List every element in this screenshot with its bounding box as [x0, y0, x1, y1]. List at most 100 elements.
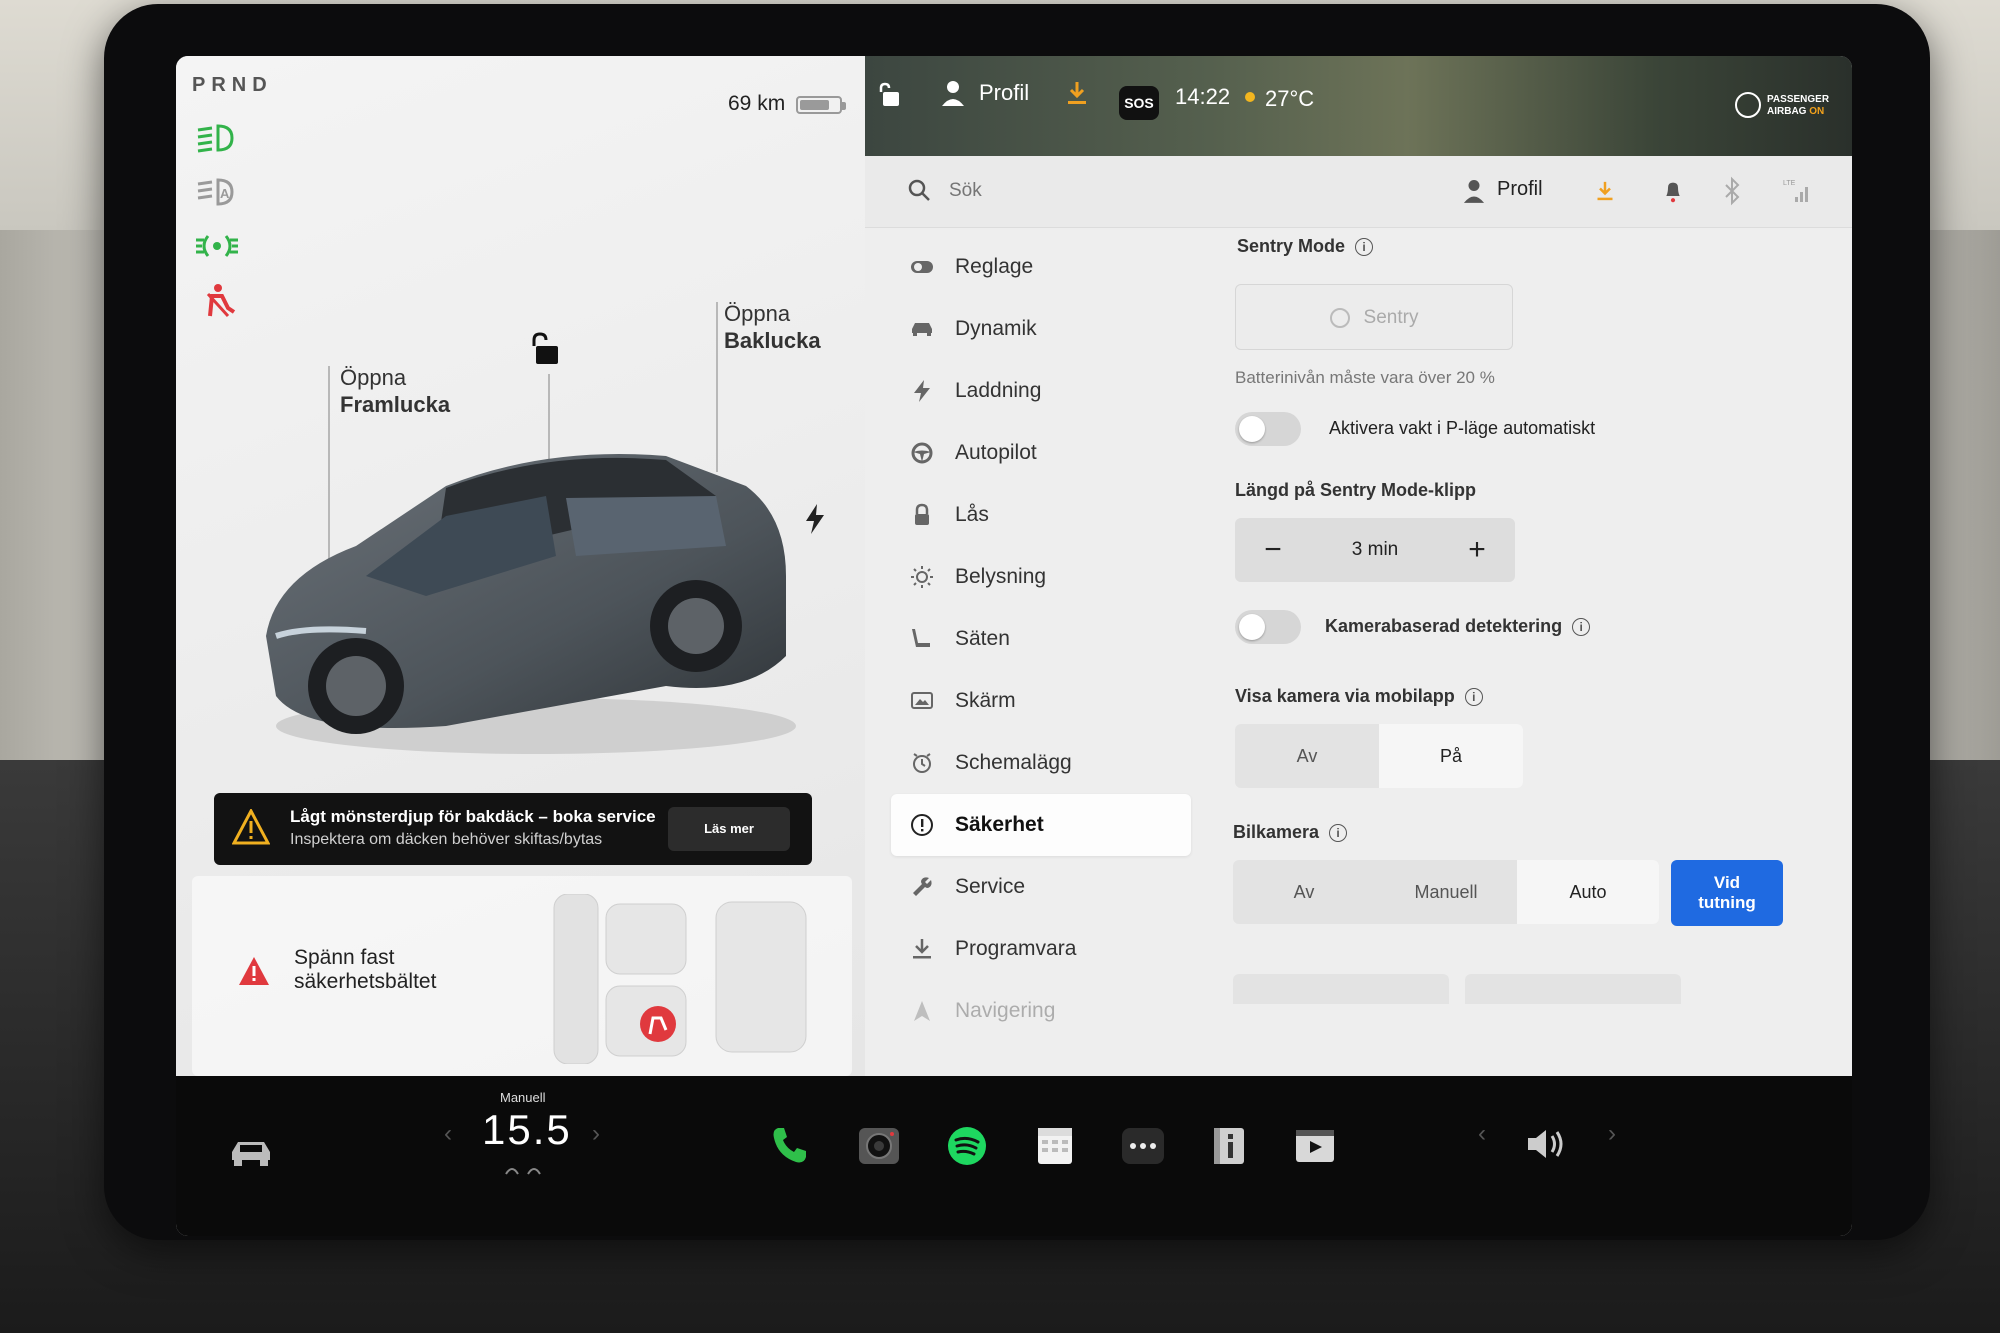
menu-item-dynamik[interactable]: Dynamik: [891, 298, 1191, 360]
touchscreen: PRND 69 km A Öppna Framlucka Öppna Baklu…: [176, 56, 1852, 1236]
download-icon[interactable]: [1065, 80, 1089, 106]
auto-headlights-icon: A: [194, 172, 240, 212]
taskbar: ‹ Manuell 15.5 › ‹ ›: [176, 1076, 1852, 1236]
menu-item-service[interactable]: Service: [891, 856, 1191, 918]
open-frunk-button[interactable]: Öppna Framlucka: [340, 364, 450, 418]
open-trunk-button[interactable]: Öppna Baklucka: [724, 300, 821, 354]
menu-item-las[interactable]: Lås: [891, 484, 1191, 546]
next-setting-partial: [1233, 974, 1449, 1004]
menu-item-programvara[interactable]: Programvara: [891, 918, 1191, 980]
next-setting-partial: [1465, 974, 1681, 1004]
sentry-mode-title: Sentry Mode i: [1237, 236, 1374, 257]
temp-decrease-icon[interactable]: ‹: [444, 1120, 452, 1148]
charge-port-icon[interactable]: [804, 504, 826, 534]
svg-text:LTE: LTE: [1783, 180, 1796, 187]
lte-signal-icon: LTE: [1783, 180, 1808, 202]
dashcam-option-av[interactable]: Av: [1233, 860, 1375, 924]
theater-icon[interactable]: [1292, 1124, 1338, 1168]
mobile-camera-option-pa[interactable]: På: [1379, 724, 1523, 788]
temp-increase-icon[interactable]: ›: [592, 1120, 600, 1148]
increase-button[interactable]: +: [1459, 533, 1495, 567]
open-frunk-line2: Framlucka: [340, 392, 451, 417]
temp-mode-label: Manuell: [500, 1090, 546, 1105]
camera-detection-toggle[interactable]: [1235, 610, 1301, 644]
sos-button[interactable]: SOS: [1119, 86, 1159, 120]
menu-item-saten[interactable]: Säten: [891, 608, 1191, 670]
menu-item-label: Dynamik: [955, 317, 1037, 340]
header-profile-icon[interactable]: [1463, 176, 1485, 206]
menu-item-label: Reglage: [955, 255, 1034, 278]
header-download-icon[interactable]: [1595, 176, 1615, 206]
seatbelt-message: Spänn fast säkerhetsbältet: [294, 946, 436, 994]
camera-icon[interactable]: [856, 1124, 902, 1168]
unlock-status-icon[interactable]: [877, 82, 901, 108]
airbag-state: ON: [1809, 106, 1825, 117]
car-icon: [909, 316, 935, 342]
menu-item-label: Navigering: [955, 999, 1056, 1022]
unlock-icon[interactable]: [528, 332, 560, 366]
menu-item-belysning[interactable]: Belysning: [891, 546, 1191, 608]
clip-length-stepper: − 3 min +: [1235, 518, 1515, 582]
airbag-icon: [1735, 92, 1761, 118]
menu-item-skarm[interactable]: Skärm: [891, 670, 1191, 732]
bolt-icon: [909, 378, 935, 404]
clip-length-value: 3 min: [1351, 539, 1399, 560]
mobile-camera-selector: Av På: [1235, 724, 1523, 788]
mobile-camera-option-av[interactable]: Av: [1235, 724, 1379, 788]
menu-item-navigering[interactable]: Navigering: [891, 980, 1191, 1042]
menu-item-label: Service: [955, 875, 1026, 898]
menu-item-reglage[interactable]: Reglage: [891, 236, 1191, 298]
open-trunk-line2: Baklucka: [724, 328, 821, 353]
car-icon[interactable]: [228, 1130, 274, 1174]
search-input[interactable]: [949, 174, 1309, 208]
red-warning-icon: [239, 957, 269, 985]
display-icon: [909, 688, 935, 714]
dashcam-option-auto[interactable]: Auto: [1517, 860, 1659, 924]
clock: 14:22: [1175, 84, 1231, 109]
volume-icon[interactable]: [1524, 1122, 1568, 1166]
cabin-temperature[interactable]: 15.5: [482, 1106, 572, 1154]
info-icon[interactable]: i: [1329, 823, 1348, 842]
dashcam-selector: Av Manuell Auto: [1233, 860, 1659, 924]
dashcam-on-honk-button[interactable]: Vid tutning: [1671, 860, 1783, 926]
clip-length-title: Längd på Sentry Mode-klipp: [1235, 480, 1477, 500]
menu-item-label: Programvara: [955, 937, 1077, 960]
alert-subtitle: Inspektera om däcken behöver skiftas/byt…: [290, 831, 603, 848]
bell-icon[interactable]: [1663, 176, 1683, 206]
read-more-button[interactable]: Läs mer: [668, 807, 790, 851]
open-frunk-line1: Öppna: [340, 365, 407, 390]
header-profile-label[interactable]: Profil: [1497, 178, 1543, 201]
info-icon[interactable]: i: [1572, 617, 1591, 636]
navigation-icon: [909, 998, 935, 1024]
menu-item-label: Säkerhet: [955, 813, 1044, 836]
phone-icon[interactable]: [768, 1124, 814, 1168]
more-apps-icon[interactable]: [1120, 1124, 1166, 1168]
volume-up-icon[interactable]: ›: [1608, 1120, 1616, 1148]
calendar-icon[interactable]: [1032, 1124, 1078, 1168]
info-icon[interactable]: i: [1464, 687, 1483, 706]
seatbelt-warning-icon: [194, 282, 240, 322]
lock-icon: [909, 502, 935, 528]
svg-text:A: A: [220, 186, 230, 201]
dashcam-option-manuell[interactable]: Manuell: [1375, 860, 1517, 924]
mobile-camera-title: Visa kamera via mobilapp i: [1235, 686, 1483, 707]
spotify-icon[interactable]: [944, 1124, 990, 1168]
volume-down-icon[interactable]: ‹: [1478, 1120, 1486, 1148]
bluetooth-icon[interactable]: [1723, 176, 1741, 206]
manual-info-icon[interactable]: [1206, 1124, 1252, 1168]
menu-item-laddning[interactable]: Laddning: [891, 360, 1191, 422]
low-beam-icon: [194, 118, 240, 158]
menu-item-schemalagg[interactable]: Schemalägg: [891, 732, 1191, 794]
camera-detection-label: Kamerabaserad detektering i: [1325, 616, 1591, 637]
defrost-icon[interactable]: [502, 1162, 546, 1178]
decrease-button[interactable]: −: [1255, 533, 1291, 567]
honk-line2: tutning: [1698, 893, 1756, 912]
sentry-button[interactable]: Sentry: [1235, 284, 1513, 350]
vehicle-illustration: [246, 426, 806, 766]
profile-icon[interactable]: [941, 80, 965, 106]
menu-item-sakerhet[interactable]: Säkerhet: [891, 794, 1191, 856]
status-profile-label[interactable]: Profil: [979, 80, 1029, 106]
info-icon[interactable]: i: [1355, 237, 1374, 256]
menu-item-autopilot[interactable]: Autopilot: [891, 422, 1191, 484]
auto-guard-toggle[interactable]: [1235, 412, 1301, 446]
